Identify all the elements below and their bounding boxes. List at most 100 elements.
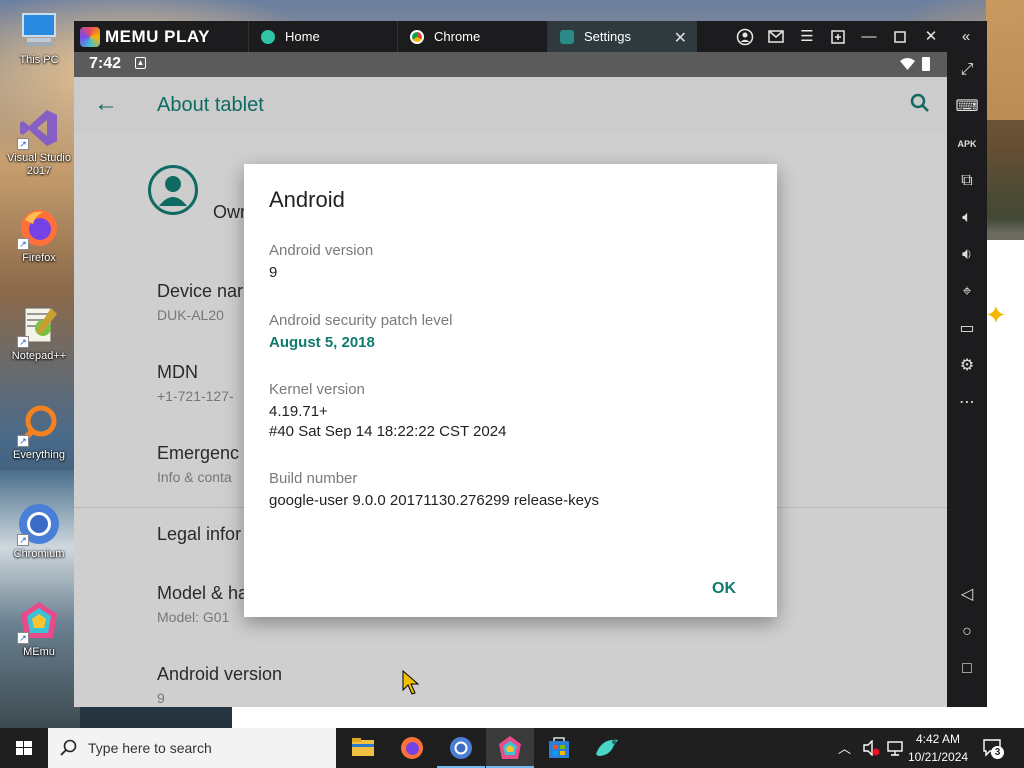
volume-muted-icon[interactable] [862,740,880,756]
account-icon[interactable] [734,26,756,48]
screenshot-icon[interactable] [827,26,849,48]
notification-count-badge: 3 [991,746,1004,759]
fullscreen-icon[interactable]: ⤢ [955,58,979,82]
shortcut-arrow-icon: ↗ [17,138,29,150]
everything-search-icon: ↗ [17,403,61,447]
row-mdn-title[interactable]: MDN [157,362,198,383]
android-home-icon[interactable]: ○ [955,620,979,644]
mouse-cursor-icon [402,670,420,695]
shortcut-arrow-icon: ↗ [17,238,29,250]
search-icon[interactable] [910,93,930,113]
location-icon[interactable]: ⌖ [955,280,979,304]
memu-logo-icon [80,27,100,47]
wifi-icon [900,58,915,70]
notepadpp-icon: ↗ [17,304,61,348]
tab-home[interactable]: Home [248,21,397,52]
close-window-icon[interactable]: ✕ [920,26,942,48]
volume-down-icon[interactable]: 🔉︎ [955,243,979,267]
chromium-icon: ↗ [17,502,61,546]
taskbar-memu[interactable] [486,728,534,768]
maximize-icon[interactable] [889,26,911,48]
taskbar-search-box[interactable]: Type here to search [48,728,336,768]
start-button[interactable] [0,728,48,768]
desktop-icon-label: Chromium [13,548,65,560]
android-status-bar: 7:42 ▲ [74,52,947,77]
shortcut-arrow-icon: ↗ [17,632,29,644]
clock-date[interactable]: 10/21/2024 [908,750,968,764]
desktop-icon-this-pc[interactable]: This PC [2,8,76,67]
more-icon[interactable]: ⋯ [955,391,979,415]
firefox-icon [401,737,423,759]
home-app-icon [261,29,275,44]
battery-icon [922,57,930,71]
owner-avatar [148,165,198,215]
taskbar-search-placeholder: Type here to search [88,740,212,756]
desktop-icon-chromium[interactable]: ↗ Chromium [2,502,76,561]
apk-install-icon[interactable]: APK [955,132,979,156]
dialog-value-android-version[interactable]: 9 [269,263,277,283]
network-icon[interactable] [886,740,904,756]
desktop-icon-memu[interactable]: ↗ MEmu [2,600,76,659]
dialog-value-kernel-line2: #40 Sat Sep 14 18:22:22 CST 2024 [269,423,507,440]
android-info-dialog: Android Android version 9 Android securi… [244,164,777,617]
firefox-icon: ↗ [17,206,61,250]
dialog-value-build-number: google-user 9.0.0 20171130.276299 releas… [269,492,599,509]
dialog-title: Android [269,187,345,212]
row-emergency-title[interactable]: Emergenc [157,443,239,464]
memu-titlebar: MEMU PLAY Home Chrome Settings ✕ ☰ — ✕ « [74,21,987,52]
tab-settings[interactable]: Settings ✕ [547,21,697,52]
taskbar-firefox[interactable] [388,728,436,768]
close-tab-icon[interactable]: ✕ [674,28,687,48]
dialog-label-security-patch: Android security patch level [269,312,453,329]
taskbar-store[interactable] [535,728,583,768]
android-recents-icon[interactable]: □ [955,657,979,681]
dialog-label-kernel: Kernel version [269,381,365,398]
chrome-icon [410,29,424,44]
shortcut-arrow-icon: ↗ [17,435,29,447]
keyboard-icon[interactable]: ⌨ [955,95,979,119]
memu-sidebar: ⤢ ⌨ APK ⧉ 🔈︎ 🔉︎ ⌖ ▭ ⚙ ⋯ ◁ ○ □ [947,52,987,707]
memu-logo: MEMU PLAY [80,27,210,47]
row-model-title[interactable]: Model & ha [157,583,248,604]
clock-time[interactable]: 4:42 AM [908,732,968,746]
row-emergency-sub: Info & conta [157,469,232,485]
memu-window: MEMU PLAY Home Chrome Settings ✕ ☰ — ✕ «… [74,21,987,707]
row-mdn-sub: +1-721-127- [157,388,234,404]
multi-instance-icon[interactable]: ⧉ [955,169,979,193]
store-icon [549,737,569,758]
desktop-icon-firefox[interactable]: ↗ Firefox [2,206,76,265]
windows-taskbar: Type here to search ︿ 4:42 AM 10/21/2024… [0,728,1024,768]
minimize-icon[interactable]: — [858,26,880,48]
row-android-version-title[interactable]: Android version [157,664,282,685]
mail-icon[interactable] [765,26,787,48]
bird-app-icon [596,739,618,756]
computer-icon [17,8,61,52]
desktop-icon-label: MEmu [23,646,55,658]
folder-icon [352,738,374,756]
ok-button[interactable]: OK [712,580,736,598]
back-arrow-icon[interactable]: ← [94,90,118,118]
desktop-icon-label: Firefox [22,252,56,264]
dialog-label-build-number: Build number [269,470,358,487]
android-back-icon[interactable]: ◁ [955,583,979,607]
desktop-icon-label: Visual Studio 2017 [6,152,71,177]
taskbar-file-explorer[interactable] [339,728,387,768]
taskbar-bird-app[interactable] [584,728,632,768]
notification-center-button[interactable]: 3 [982,738,1004,759]
memu-icon: ↗ [17,600,61,644]
desktop-icon-visual-studio[interactable]: ↗ Visual Studio 2017 [2,106,76,178]
settings-icon[interactable]: ⚙ [955,354,979,378]
row-device-name-title[interactable]: Device nar [157,281,243,302]
desktop-icon-everything[interactable]: ↗ Everything [2,403,76,462]
volume-up-icon[interactable]: 🔈︎ [955,206,979,230]
dialog-value-security-patch[interactable]: August 5, 2018 [269,333,375,353]
menu-icon[interactable]: ☰ [796,26,818,48]
tab-chrome[interactable]: Chrome [397,21,547,52]
collapse-sidebar-icon[interactable]: « [955,26,977,48]
folder-icon[interactable]: ▭ [955,317,979,341]
row-legal-title[interactable]: Legal infor [157,524,241,545]
tray-expand-icon[interactable]: ︿ [838,738,851,757]
taskbar-chromium[interactable] [437,728,485,768]
shortcut-arrow-icon: ↗ [17,336,29,348]
desktop-icon-notepadpp[interactable]: ↗ Notepad++ [2,304,76,363]
